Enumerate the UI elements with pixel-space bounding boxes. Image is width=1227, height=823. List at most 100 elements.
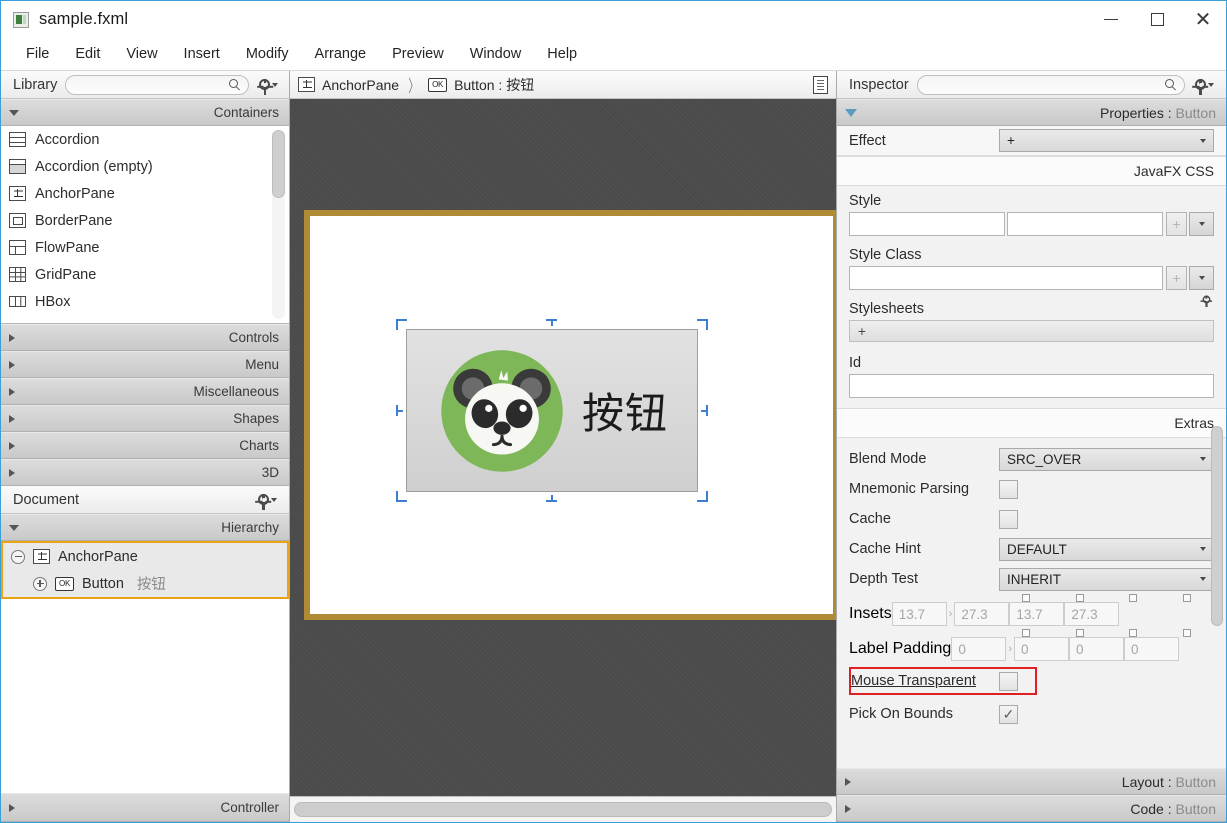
minimize-button[interactable] [1088,1,1134,38]
library-search-input[interactable] [74,77,230,92]
breadcrumb-separator: 〉 [408,77,419,96]
label-padding-bind-right[interactable] [1053,629,1107,637]
collapse-icon[interactable] [11,549,25,564]
insets-value-left[interactable]: 27.3 [1064,602,1120,626]
button-node[interactable]: 按钮 [406,329,698,492]
canvas-scrollbar-thumb[interactable] [294,802,832,817]
menu-preview[interactable]: Preview [379,41,457,67]
maximize-button[interactable] [1134,1,1180,38]
close-button[interactable]: ✕ [1180,1,1226,38]
label-padding-bind-bottom[interactable] [1107,629,1161,637]
mnemonic-parsing-checkbox[interactable] [999,479,1018,499]
style-input-1[interactable] [849,212,1005,236]
blend-mode-dropdown[interactable]: SRC_OVER [999,447,1214,471]
document-icon[interactable] [813,75,828,94]
cache-hint-dropdown[interactable]: DEFAULT [999,537,1214,561]
inspector-search[interactable] [916,74,1185,95]
library-scrollbar-thumb[interactable] [272,130,285,198]
library-item-gridpane[interactable]: GridPane [1,261,289,288]
inspector-section-layout[interactable]: Layout : Button [837,768,1226,795]
insets-value-top[interactable]: 13.7 [891,602,947,626]
style-class-dropdown-button[interactable] [1189,266,1214,290]
menu-modify[interactable]: Modify [233,41,302,67]
menu-help[interactable]: Help [534,41,590,67]
library-item-accordion[interactable]: Accordion [1,126,289,153]
menu-window[interactable]: Window [457,41,535,67]
breadcrumb-item-button[interactable]: OK Button : 按钮 [428,75,534,95]
library-scrollbar[interactable] [272,130,285,319]
document-section-hierarchy[interactable]: Hierarchy [1,514,289,541]
library-section-menu[interactable]: Menu [1,351,289,378]
menu-arrange[interactable]: Arrange [302,41,380,67]
chevron-right-icon: › [948,608,953,620]
insets-bind-bottom[interactable] [1107,594,1161,602]
inspector-section-properties[interactable]: Properties : Button [837,99,1226,126]
gear-icon[interactable] [1202,295,1211,307]
library-item-borderpane[interactable]: BorderPane [1,207,289,234]
inspector-section-code[interactable]: Code : Button [837,795,1226,822]
insets-bind-right[interactable] [1053,594,1107,602]
menu-file[interactable]: File [13,41,62,67]
effect-dropdown[interactable]: + [999,129,1214,152]
mouse-transparent-checkbox[interactable] [999,671,1018,691]
section-label: Charts [239,438,279,453]
style-input-2[interactable] [1007,212,1163,236]
document-section-controller[interactable]: Controller [1,793,289,822]
label-padding-value-right[interactable]: 0 [1013,637,1069,661]
library-search[interactable] [65,74,250,95]
library-section-shapes[interactable]: Shapes [1,405,289,432]
library-section-3d[interactable]: 3D [1,459,289,486]
label-padding-value-left[interactable]: 0 [1123,637,1179,661]
insets-value-bottom[interactable]: 13.7 [1009,602,1065,626]
breadcrumb-item-anchorpane[interactable]: AnchorPane [298,77,399,93]
insets-bind-left[interactable] [1160,594,1214,602]
anchorpane-icon [9,186,26,201]
label-padding-bind-top[interactable] [999,629,1053,637]
id-input[interactable] [849,374,1214,398]
style-class-input[interactable] [849,266,1163,290]
label-padding-value-top[interactable]: 0 [951,637,1007,661]
menu-view[interactable]: View [113,41,170,67]
section-label: 3D [261,465,279,480]
cache-checkbox[interactable] [999,509,1018,529]
handle-bottom-center[interactable] [546,491,557,502]
tree-item-button[interactable]: OK Button 按钮 [3,570,287,597]
style-dropdown-button[interactable] [1189,212,1214,236]
library-item-accordion-empty[interactable]: Accordion (empty) [1,153,289,180]
style-class-add-button[interactable]: + [1166,266,1187,290]
menu-insert[interactable]: Insert [171,41,233,67]
pick-on-bounds-checkbox[interactable]: ✓ [999,704,1018,724]
insets-value-right[interactable]: 27.3 [954,602,1010,626]
expand-icon[interactable] [33,576,47,591]
anchorpane-stage[interactable]: 按钮 [304,210,836,620]
handle-bottom-right[interactable] [697,491,708,502]
depth-test-dropdown[interactable]: INHERIT [999,567,1214,591]
library-section-miscellaneous[interactable]: Miscellaneous [1,378,289,405]
inspector-scrollbar-thumb[interactable] [1211,426,1223,626]
menu-edit[interactable]: Edit [62,41,113,67]
document-options-button[interactable] [256,493,283,510]
library-item-hbox[interactable]: HBox [1,288,289,315]
stylesheets-add-button[interactable]: + [849,320,1214,342]
insets-bind-top[interactable] [999,594,1053,602]
library-options-button[interactable] [257,78,284,95]
library-section-charts[interactable]: Charts [1,432,289,459]
tree-item-anchorpane[interactable]: AnchorPane [3,543,287,570]
handle-top-right[interactable] [697,319,708,330]
handle-bottom-left[interactable] [396,491,407,502]
canvas-horizontal-scrollbar[interactable] [290,796,836,822]
inspector-options-button[interactable] [1193,78,1220,95]
accordion-icon [9,132,26,147]
library-item-flowpane[interactable]: FlowPane [1,234,289,261]
style-add-button[interactable]: + [1166,212,1187,236]
design-canvas[interactable]: 按钮 [290,99,836,796]
extras-header: Extras [837,408,1226,438]
label-padding-value-bottom[interactable]: 0 [1068,637,1124,661]
row-cache-hint: Cache Hint DEFAULT [837,534,1226,564]
library-section-containers[interactable]: Containers [1,99,289,126]
library-section-controls[interactable]: Controls [1,324,289,351]
handle-middle-right[interactable] [697,405,708,416]
inspector-search-input[interactable] [925,77,1165,92]
label-padding-bind-left[interactable] [1160,629,1214,637]
library-item-anchorpane[interactable]: AnchorPane [1,180,289,207]
